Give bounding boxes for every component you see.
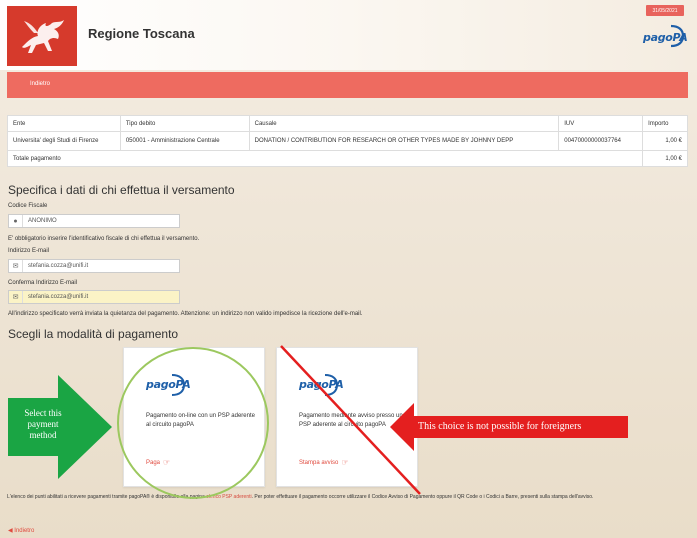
green-arrow-text: Select this payment method: [24, 408, 62, 440]
annotation-overlay: [8, 345, 628, 495]
red-arrow-text: This choice is not possible for foreigne…: [418, 421, 582, 432]
